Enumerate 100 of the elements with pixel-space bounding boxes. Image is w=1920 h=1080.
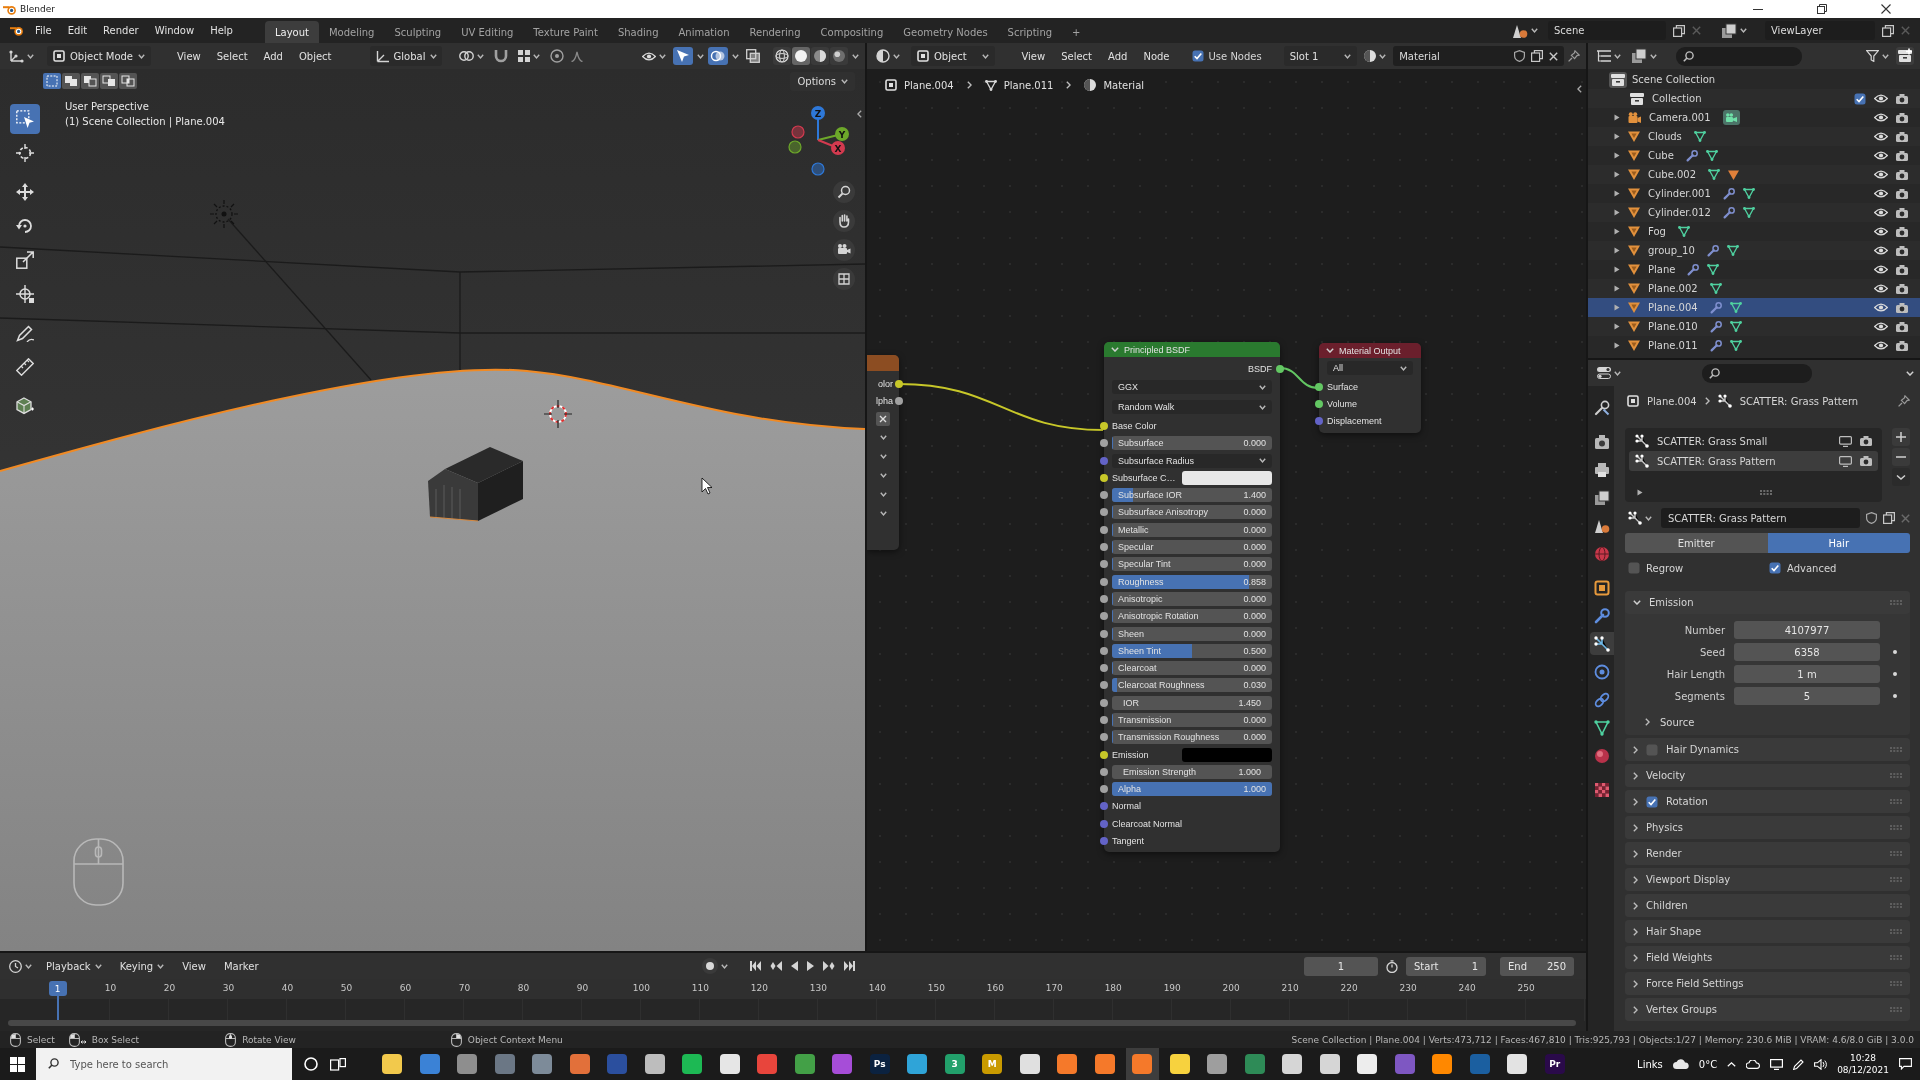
camera-icon[interactable] — [1860, 456, 1872, 466]
options-dropdown[interactable]: Options — [790, 72, 855, 91]
search-field[interactable]: Type here to search — [36, 1048, 292, 1080]
dropdown-field[interactable]: All — [1327, 361, 1413, 375]
wrench-icon[interactable] — [1722, 206, 1735, 219]
peak-curve-icon[interactable] — [570, 50, 583, 62]
play-reverse-icon[interactable] — [790, 961, 798, 971]
jump-to-end-icon[interactable] — [843, 961, 855, 971]
speech-bubble-icon[interactable] — [1899, 1058, 1912, 1070]
grip-dots-icon[interactable] — [1890, 877, 1902, 882]
app-logo-icon[interactable] — [10, 25, 23, 36]
eye-icon[interactable] — [1874, 94, 1888, 103]
jump-to-start-icon[interactable] — [749, 961, 761, 971]
menu-item[interactable]: Help — [202, 20, 241, 41]
expand-arrow-icon[interactable] — [1614, 209, 1620, 216]
axis-handle[interactable]: X — [817, 139, 845, 155]
minus-icon[interactable] — [1892, 448, 1910, 466]
expand-arrow-icon[interactable] — [1614, 323, 1620, 330]
grip-dots-icon[interactable] — [1890, 825, 1902, 830]
triangle-outline-icon[interactable] — [1729, 302, 1742, 313]
object-name[interactable]: group_10 — [1648, 245, 1695, 256]
arrow-cursor-icon[interactable] — [673, 47, 693, 65]
number-field[interactable]: 5 — [1734, 687, 1880, 705]
magnifier-icon[interactable] — [833, 181, 855, 203]
input-socket[interactable] — [1315, 417, 1323, 426]
object-name[interactable]: Camera.001 — [1649, 112, 1711, 123]
eye-icon[interactable] — [1874, 151, 1888, 160]
camera-icon[interactable] — [1896, 245, 1908, 256]
expand-arrow-icon[interactable] — [1614, 133, 1620, 140]
scrollbar[interactable] — [8, 1020, 1576, 1026]
copy-icon[interactable] — [1882, 24, 1894, 37]
input-socket[interactable] — [1100, 716, 1108, 724]
node-header[interactable]: Material Output — [1319, 343, 1421, 358]
workspace-tab[interactable]: Compositing — [810, 21, 894, 43]
input-socket[interactable] — [1100, 473, 1108, 482]
node-header[interactable] — [867, 355, 899, 371]
current-frame-field[interactable]: 1 — [1304, 956, 1378, 976]
list-item[interactable]: SCATTER: Grass Pattern — [1629, 451, 1878, 471]
copy-icon[interactable] — [1531, 50, 1543, 62]
close-icon[interactable] — [876, 411, 890, 426]
plus-icon[interactable] — [1892, 428, 1910, 446]
checkbox[interactable] — [1769, 562, 1781, 574]
input-socket[interactable] — [1100, 594, 1108, 603]
checkbox-label[interactable]: Advanced — [1787, 562, 1837, 574]
caret-icon[interactable] — [697, 53, 704, 59]
input-socket[interactable] — [1100, 577, 1108, 586]
slider-field[interactable]: Sheen Tint 0.500 — [1112, 643, 1272, 658]
chevron-right-icon[interactable] — [1633, 953, 1638, 962]
dropdown-field[interactable]: GGX — [1112, 380, 1272, 395]
panel-header[interactable]: Force Field Settings — [1625, 972, 1910, 995]
material-name-field[interactable]: Material — [1393, 46, 1564, 66]
outliner-row[interactable]: Clouds — [1588, 127, 1920, 146]
input-socket[interactable] — [1100, 785, 1108, 794]
panel-header[interactable]: Hair Shape — [1625, 920, 1910, 943]
pen-icon[interactable] — [1793, 1058, 1805, 1070]
expand-arrow-icon[interactable] — [1614, 228, 1620, 235]
pin-icon[interactable] — [1568, 50, 1580, 62]
wrench-icon[interactable] — [1709, 339, 1722, 352]
movie-camera-icon[interactable] — [833, 239, 855, 261]
number-field[interactable]: 1 m — [1734, 665, 1880, 683]
menu-item[interactable]: Add — [255, 47, 291, 65]
dot-icon[interactable] — [1893, 694, 1897, 698]
menu-item[interactable]: Keying — [112, 957, 172, 975]
camera-icon[interactable] — [1896, 207, 1908, 218]
half-shaded-sphere-icon[interactable] — [811, 47, 829, 65]
input-socket[interactable] — [1100, 733, 1108, 742]
triangle-outline-icon[interactable] — [1707, 264, 1720, 275]
menu-item[interactable]: Edit — [59, 20, 96, 41]
restore-icon[interactable] — [1817, 4, 1827, 14]
input-socket[interactable] — [1100, 681, 1108, 690]
caret-icon[interactable] — [879, 473, 887, 478]
chevron-right-icon[interactable] — [1633, 771, 1638, 780]
grip-dots-icon[interactable] — [1890, 799, 1902, 804]
wrench-icon[interactable] — [1722, 187, 1735, 200]
panel-header[interactable]: Field Weights — [1625, 946, 1910, 969]
object-name[interactable]: Cube — [1648, 150, 1674, 161]
dot-icon[interactable] — [1893, 650, 1897, 654]
joined-squares-icon[interactable] — [62, 73, 80, 89]
chevron-down-icon[interactable] — [1633, 600, 1641, 605]
slider-field[interactable]: Clearcoat Roughness 0.030 — [1112, 678, 1272, 693]
tool-button[interactable] — [10, 104, 40, 134]
camera-icon[interactable] — [1860, 436, 1872, 446]
input-socket[interactable] — [1100, 439, 1108, 448]
caret-icon[interactable] — [879, 511, 887, 516]
start-frame-field[interactable]: Start 1 — [1406, 956, 1486, 976]
search-field[interactable] — [1702, 363, 1812, 383]
input-socket[interactable] — [1100, 646, 1108, 655]
dashed-square-icon[interactable] — [43, 73, 61, 89]
negative-axis-handle[interactable] — [811, 162, 825, 176]
triangle-outline-icon[interactable] — [1705, 150, 1718, 161]
house-model[interactable] — [428, 447, 523, 522]
node-header[interactable]: Principled BSDF — [1104, 342, 1280, 357]
collection-name[interactable]: Scene Collection — [1632, 74, 1716, 85]
expand-arrow-icon[interactable] — [1614, 171, 1620, 178]
breadcrumb-item[interactable]: Plane.011 — [1003, 79, 1054, 91]
caret-icon[interactable] — [879, 454, 887, 459]
monitor-icon[interactable] — [1839, 455, 1852, 467]
slider-field[interactable]: Subsurface Anisotropy 0.000 — [1112, 505, 1272, 520]
object-name[interactable]: Fog — [1648, 226, 1666, 237]
scene-name-field[interactable]: Scene — [1548, 21, 1666, 40]
